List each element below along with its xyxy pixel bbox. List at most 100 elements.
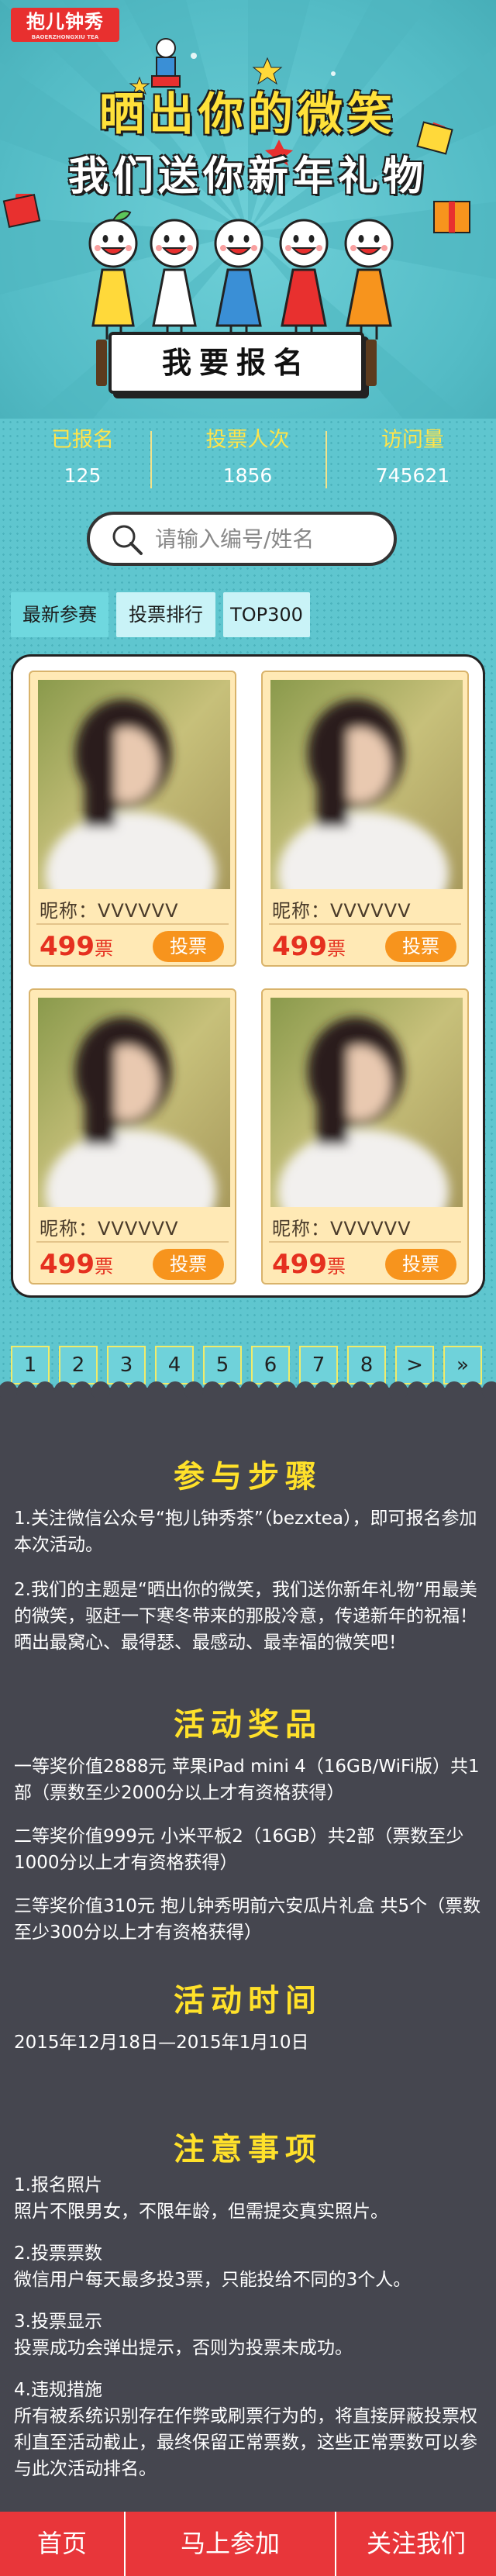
page: 抱儿钟秀 BAOERZHONGXIU TEA 晒出你的微笑 我们送你新年礼物 我… xyxy=(0,0,496,2576)
blurred-portrait-image xyxy=(270,680,463,889)
section-title-time: 活动时间 xyxy=(174,1983,322,2019)
stat-value: 745621 xyxy=(375,464,450,487)
entry-photo[interactable] xyxy=(38,680,230,889)
entry-photo[interactable] xyxy=(270,680,463,889)
vote-button[interactable]: 投票 xyxy=(385,1249,456,1280)
entry-card[interactable]: 昵称：VVVVVV 499票 投票 xyxy=(261,988,469,1285)
note-heading: 4.违规措施 xyxy=(14,2380,102,2400)
note-heading: 1.报名照片 xyxy=(14,2175,102,2195)
note-heading: 3.投票显示 xyxy=(14,2312,102,2332)
vote-number: 499 xyxy=(40,931,95,962)
hero-banner: 抱儿钟秀 BAOERZHONGXIU TEA 晒出你的微笑 我们送你新年礼物 我… xyxy=(0,0,496,419)
tab-latest[interactable]: 最新参赛 xyxy=(11,592,108,637)
vote-unit: 票 xyxy=(326,938,346,960)
hero-title-line2: 我们送你新年礼物 xyxy=(67,153,428,200)
entry-nickname: 昵称：VVVVVV xyxy=(40,900,179,922)
entry-vote-count: 499票 xyxy=(272,1249,346,1282)
entry-photo[interactable] xyxy=(38,998,230,1207)
search-box[interactable] xyxy=(87,512,397,566)
entry-vote-count: 499票 xyxy=(40,931,113,964)
stat-value: 125 xyxy=(64,464,102,487)
nav-home[interactable]: 首页 xyxy=(0,2512,124,2576)
stat-divider xyxy=(326,431,327,488)
entry-nickname: 昵称：VVVVVV xyxy=(40,1218,179,1240)
info-section: 参与步骤 1.关注微信公众号“抱儿钟秀茶”（bezxtea），即可报名参加本次活… xyxy=(0,1395,496,2512)
blurred-portrait-image xyxy=(270,998,463,1207)
vote-button[interactable]: 投票 xyxy=(153,1249,224,1280)
stat-registered: 已报名 125 xyxy=(0,425,165,491)
search-input[interactable] xyxy=(155,524,380,553)
note-item-4: 4.违规措施 所有被系统识别存在作弊或刷票行为的，将直接屏蔽投票权利直至活动截止… xyxy=(14,2377,482,2482)
prize-item-2: 二等奖价值999元 小米平板2（16GB）共2部（票数至少1000分以上才有资格… xyxy=(14,1826,464,1873)
entry-nickname: 昵称：VVVVVV xyxy=(272,1218,412,1240)
steps-item-2: 2.我们的主题是“晒出你的微笑，我们送你新年礼物”用最美的微笑，驱赶一下寒冬带来… xyxy=(14,1580,477,1653)
stat-label: 投票人次 xyxy=(205,428,290,452)
tab-vote-ranking[interactable]: 投票排行 xyxy=(116,592,215,637)
nav-join-now[interactable]: 马上参加 xyxy=(126,2512,335,2576)
vote-number: 499 xyxy=(272,1249,327,1280)
steps-item-1: 1.关注微信公众号“抱儿钟秀茶”（bezxtea），即可报名参加本次活动。 xyxy=(14,1509,477,1555)
section-title-prizes: 活动奖品 xyxy=(174,1707,322,1743)
vote-number: 499 xyxy=(40,1249,95,1280)
prize-item-1: 一等奖价值2888元 苹果iPad mini 4（16GB/WiFi版）共1部（… xyxy=(14,1757,480,1803)
logo-text: 抱儿钟秀 xyxy=(26,11,104,33)
entries-grid: 昵称：VVVVVV 499票 投票 昵称：VVVVVV 499票 投票 昵称：V… xyxy=(11,654,485,1298)
smiling-kids-illustration xyxy=(88,210,394,340)
entry-vote-count: 499票 xyxy=(40,1249,113,1282)
hero-title-line1: 晒出你的微笑 xyxy=(98,88,397,140)
note-body: 照片不限男女，不限年龄，但需提交真实照片。 xyxy=(14,2202,388,2222)
stat-label: 访问量 xyxy=(381,428,444,452)
brand-logo[interactable]: 抱儿钟秀 BAOERZHONGXIU TEA xyxy=(11,8,119,42)
entry-card[interactable]: 昵称：VVVVVV 499票 投票 xyxy=(29,671,236,967)
page-link-1[interactable]: 1 xyxy=(11,1346,50,1385)
signup-button[interactable]: 我要报名 xyxy=(96,332,377,394)
vote-unit: 票 xyxy=(94,1256,113,1278)
note-item-1: 1.报名照片 照片不限男女，不限年龄，但需提交真实照片。 xyxy=(14,2172,482,2225)
note-heading: 2.投票票数 xyxy=(14,2243,102,2264)
section-title-notes: 注意事项 xyxy=(174,2132,322,2167)
page-link-8[interactable]: 8 xyxy=(347,1346,386,1385)
divider xyxy=(36,923,229,925)
stat-votes: 投票人次 1856 xyxy=(165,425,330,491)
nav-follow-us[interactable]: 关注我们 xyxy=(336,2512,496,2576)
page-link-5[interactable]: 5 xyxy=(203,1346,242,1385)
note-body: 投票成功会弹出提示，否则为投票未成功。 xyxy=(14,2338,353,2358)
entry-photo[interactable] xyxy=(270,998,463,1207)
entry-card[interactable]: 昵称：VVVVVV 499票 投票 xyxy=(261,671,469,967)
divider xyxy=(269,923,461,925)
last-page-button[interactable]: » xyxy=(443,1346,482,1385)
logo-subtext: BAOERZHONGXIU TEA xyxy=(31,34,99,40)
vote-button[interactable]: 投票 xyxy=(153,931,224,962)
blurred-portrait-image xyxy=(38,998,230,1207)
note-body: 微信用户每天最多投3票，只能投给不同的3个人。 xyxy=(14,2270,412,2290)
stat-divider xyxy=(150,431,152,488)
next-page-button[interactable]: > xyxy=(395,1346,434,1385)
stat-label: 已报名 xyxy=(51,428,114,452)
vote-unit: 票 xyxy=(94,938,113,960)
divider xyxy=(269,1241,461,1243)
tab-top300[interactable]: TOP300 xyxy=(223,592,310,637)
note-item-2: 2.投票票数 微信用户每天最多投3票，只能投给不同的3个人。 xyxy=(14,2240,482,2293)
section-title-steps: 参与步骤 xyxy=(174,1459,322,1495)
note-item-3: 3.投票显示 投票成功会弹出提示，否则为投票未成功。 xyxy=(14,2309,482,2361)
entry-vote-count: 499票 xyxy=(272,931,346,964)
page-link-3[interactable]: 3 xyxy=(107,1346,146,1385)
divider xyxy=(36,1241,229,1243)
blurred-portrait-image xyxy=(38,680,230,889)
vote-button[interactable]: 投票 xyxy=(385,931,456,962)
page-link-4[interactable]: 4 xyxy=(155,1346,194,1385)
stats-bar: 已报名 125 投票人次 1856 访问量 745621 xyxy=(0,425,496,495)
page-link-6[interactable]: 6 xyxy=(251,1346,290,1385)
entry-card[interactable]: 昵称：VVVVVV 499票 投票 xyxy=(29,988,236,1285)
stat-visits: 访问量 745621 xyxy=(330,425,495,491)
vote-unit: 票 xyxy=(326,1256,346,1278)
bottom-nav: 首页 马上参加 关注我们 xyxy=(0,2512,496,2576)
page-link-7[interactable]: 7 xyxy=(299,1346,338,1385)
stat-value: 1856 xyxy=(222,464,273,487)
page-link-2[interactable]: 2 xyxy=(59,1346,98,1385)
event-time-text: 2015年12月18日—2015年1月10日 xyxy=(14,2033,309,2053)
note-body: 所有被系统识别存在作弊或刷票行为的，将直接屏蔽投票权利直至活动截止，最终保留正常… xyxy=(14,2406,477,2479)
entry-nickname: 昵称：VVVVVV xyxy=(272,900,412,922)
vote-number: 499 xyxy=(272,931,327,962)
search-icon[interactable] xyxy=(110,522,144,557)
